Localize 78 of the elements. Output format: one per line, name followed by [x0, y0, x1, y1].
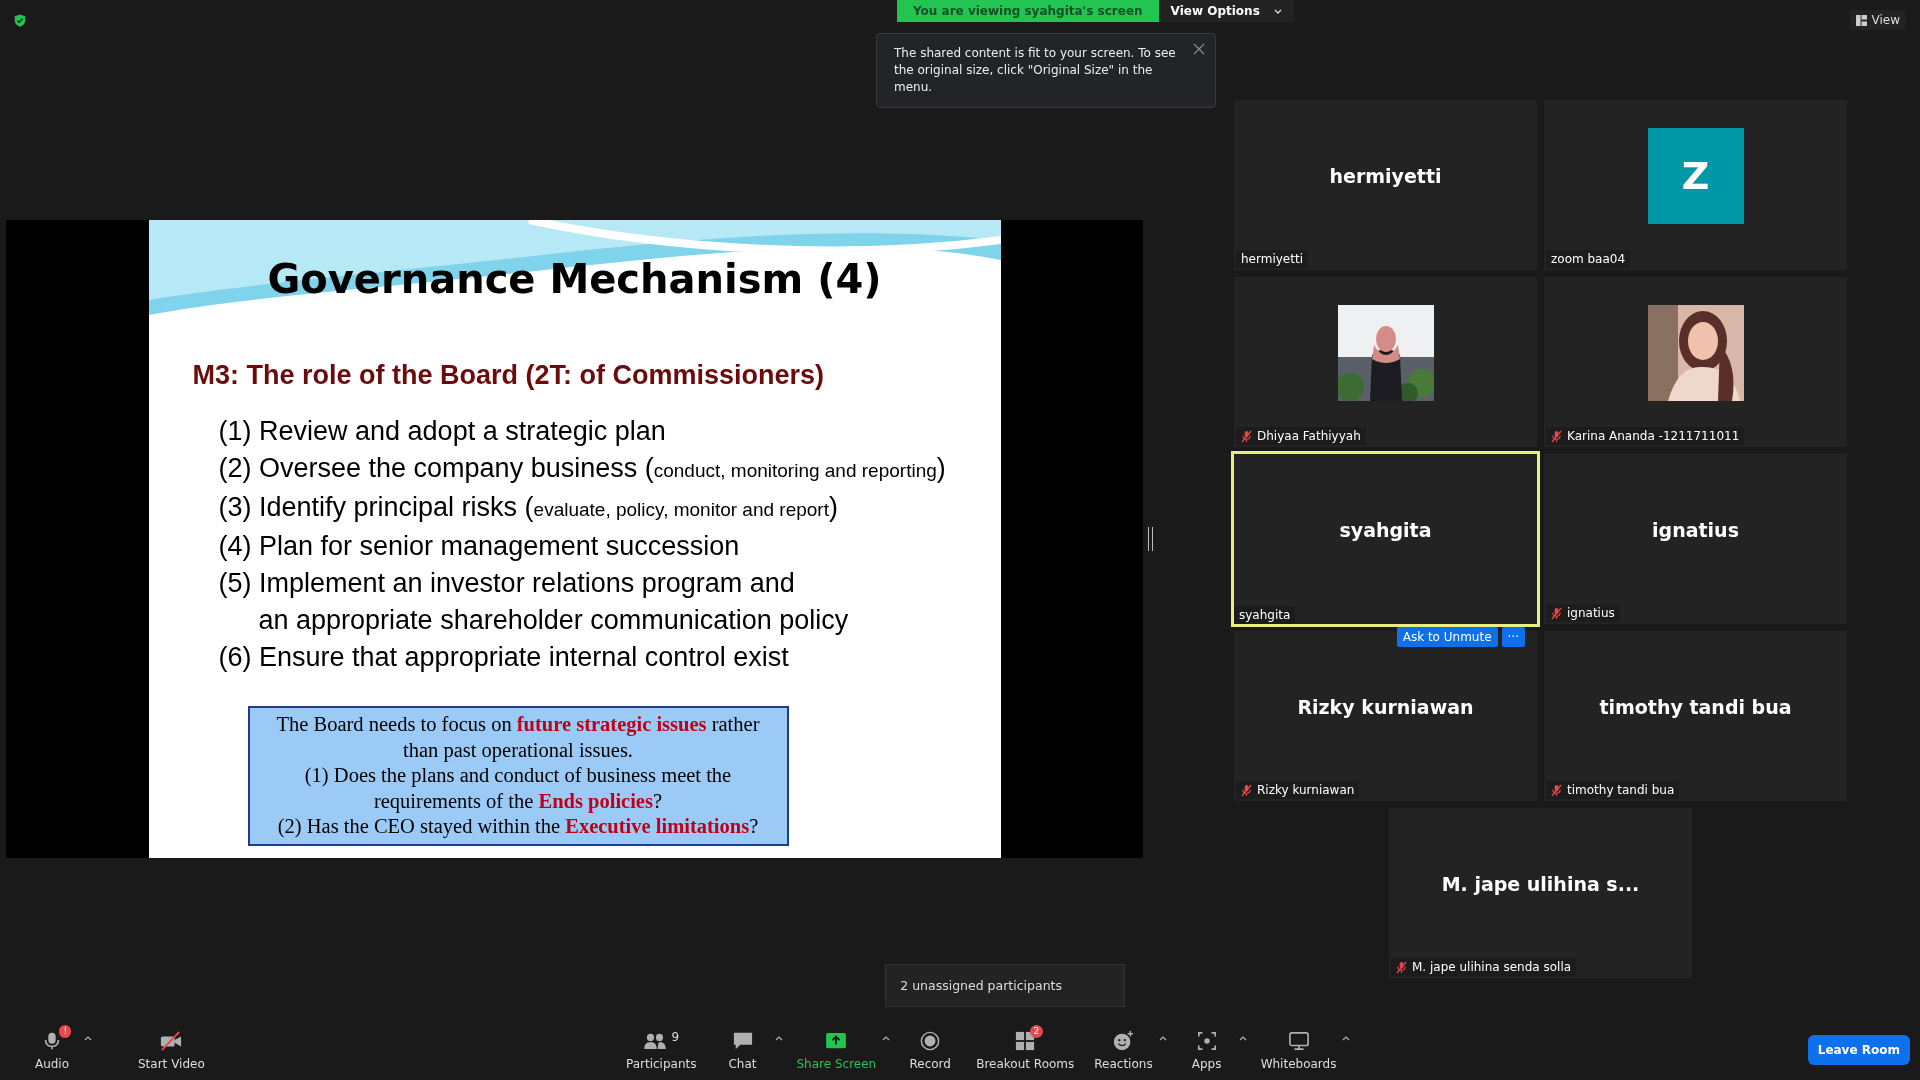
participant-name-label: zoom baa04: [1551, 252, 1626, 266]
leave-room-button[interactable]: Leave Room: [1807, 1035, 1910, 1065]
participant-name: M. jape ulihina s...: [1441, 873, 1640, 895]
caret-icon[interactable]: [84, 1035, 92, 1041]
avatar: Z: [1647, 128, 1744, 224]
toolbar-button[interactable]: Whiteboards: [1254, 1027, 1343, 1073]
toolbar-button[interactable]: Share Screen: [790, 1027, 883, 1073]
record-icon: [920, 1030, 941, 1051]
participant-name: ignatius: [1652, 519, 1739, 541]
video-off-icon: [159, 1029, 184, 1052]
participant-name: timothy tandi bua: [1599, 696, 1792, 718]
participant-tile[interactable]: syahgita syahgita: [1231, 451, 1540, 627]
slide-subtitle: M3: The role of the Board (2T: of Commissioners): [192, 360, 826, 391]
participant-name-label: hermiyetti: [1241, 252, 1303, 266]
unassigned-tooltip: 2 unassigned participants: [885, 963, 1126, 1007]
caret-icon[interactable]: [1238, 1035, 1247, 1041]
view-button[interactable]: View: [1849, 10, 1906, 30]
slide-title: Governance Mechanism (4): [267, 256, 882, 302]
participant-name-label: ignatius: [1567, 606, 1615, 620]
people-icon: [643, 1031, 668, 1050]
notice-text: The shared content is fit to your screen. To see the original size, click "Original Size" in the menu.: [894, 46, 1176, 94]
note-line: than past operational issues.: [402, 737, 634, 763]
slide-list-item: (1) Review and adopt a strategic plan: [218, 415, 667, 448]
slide-list-item: (2) Oversee the company business (conduct, monitoring and reporting): [218, 452, 947, 485]
smiley-icon: [1112, 1029, 1135, 1052]
participant-tile[interactable]: ignatius ignatius: [1544, 454, 1847, 624]
shield-icon: [13, 13, 27, 28]
participant-name-label: Karina Ananda -1211711011: [1567, 429, 1740, 443]
toolbar-button[interactable]: 9 Participants: [620, 1027, 703, 1073]
ask-to-unmute-button[interactable]: Ask to Unmute: [1396, 627, 1498, 647]
participant-tile[interactable]: hermiyetti hermiyetti: [1234, 100, 1537, 270]
participant-name: syahgita: [1339, 519, 1432, 541]
slide-list-item: (6) Ensure that appropriate internal control exist: [218, 641, 790, 674]
note-line: (2) Has the CEO stayed within the Executive limitations?: [276, 814, 760, 840]
toolbar-button[interactable]: 2 Breakout Rooms: [970, 1027, 1081, 1073]
grid-icon: [1015, 1030, 1036, 1051]
caret-icon[interactable]: [1158, 1035, 1167, 1041]
slide-list-item: (5) Implement an investor relations program and: [218, 567, 796, 600]
participant-tile[interactable]: Z zoom baa04: [1544, 100, 1847, 270]
participant-tile[interactable]: Karina Ananda -1211711011: [1544, 277, 1847, 447]
note-line: requirements of the Ends policies?: [372, 788, 664, 814]
toolbar-button[interactable]: Apps: [1174, 1027, 1239, 1073]
participant-name-label: Dhiyaa Fathiyyah: [1257, 429, 1361, 443]
participant-name: hermiyetti: [1329, 165, 1442, 187]
toolbar-button[interactable]: Start Video: [132, 1027, 211, 1073]
layout-icon: [1855, 14, 1867, 26]
caret-icon[interactable]: [1342, 1035, 1351, 1041]
participant-name: Rizky kurniawan: [1297, 696, 1474, 718]
toolbar-button[interactable]: Reactions: [1088, 1027, 1159, 1073]
toolbar-button[interactable]: Record: [898, 1027, 963, 1073]
apps-icon: [1196, 1030, 1217, 1051]
viewing-banner: You are viewing syahgita's screen: [897, 0, 1159, 22]
caret-icon: [1273, 8, 1282, 14]
toolbar-button[interactable]: Chat: [710, 1027, 775, 1073]
participant-name-label: timothy tandi bua: [1567, 783, 1675, 797]
participant-name-label: M. jape ulihina senda solla: [1412, 960, 1572, 974]
note-line: The Board needs to focus on future strategic issues rather: [275, 712, 761, 738]
participant-name-label: Rizky kurniawan: [1257, 783, 1355, 797]
participant-tile[interactable]: M. jape ulihina s... M. jape ulihina senda solla: [1389, 808, 1692, 978]
close-icon[interactable]: [1193, 43, 1205, 55]
view-options-button[interactable]: View Options: [1158, 0, 1294, 22]
toolbar-button[interactable]: ! Audio: [20, 1027, 84, 1073]
whiteboard-icon: [1287, 1030, 1310, 1051]
participant-tile[interactable]: Dhiyaa Fathiyyah: [1234, 277, 1537, 447]
note-line: (1) Does the plans and conduct of business meet the: [303, 763, 733, 789]
slide-list-item: an appropriate shareholder communication policy: [257, 604, 850, 637]
participant-count: 9: [671, 1029, 680, 1044]
notification-badge: !: [59, 1024, 71, 1038]
slide-list-item: (4) Plan for senior management succession: [218, 530, 741, 563]
participant-name-label: syahgita: [1239, 608, 1291, 622]
participant-tile[interactable]: timothy tandi bua timothy tandi bua: [1544, 631, 1847, 801]
slide-list-item: (3) Identify principal risks (evaluate, policy, monitor and report): [218, 491, 839, 524]
chat-icon: [731, 1030, 754, 1051]
caret-icon[interactable]: [774, 1035, 783, 1041]
caret-icon[interactable]: [882, 1035, 891, 1041]
more-button[interactable]: ···: [1501, 627, 1525, 647]
notification-badge: 2: [1029, 1024, 1044, 1038]
share-screen-icon: [825, 1031, 848, 1050]
